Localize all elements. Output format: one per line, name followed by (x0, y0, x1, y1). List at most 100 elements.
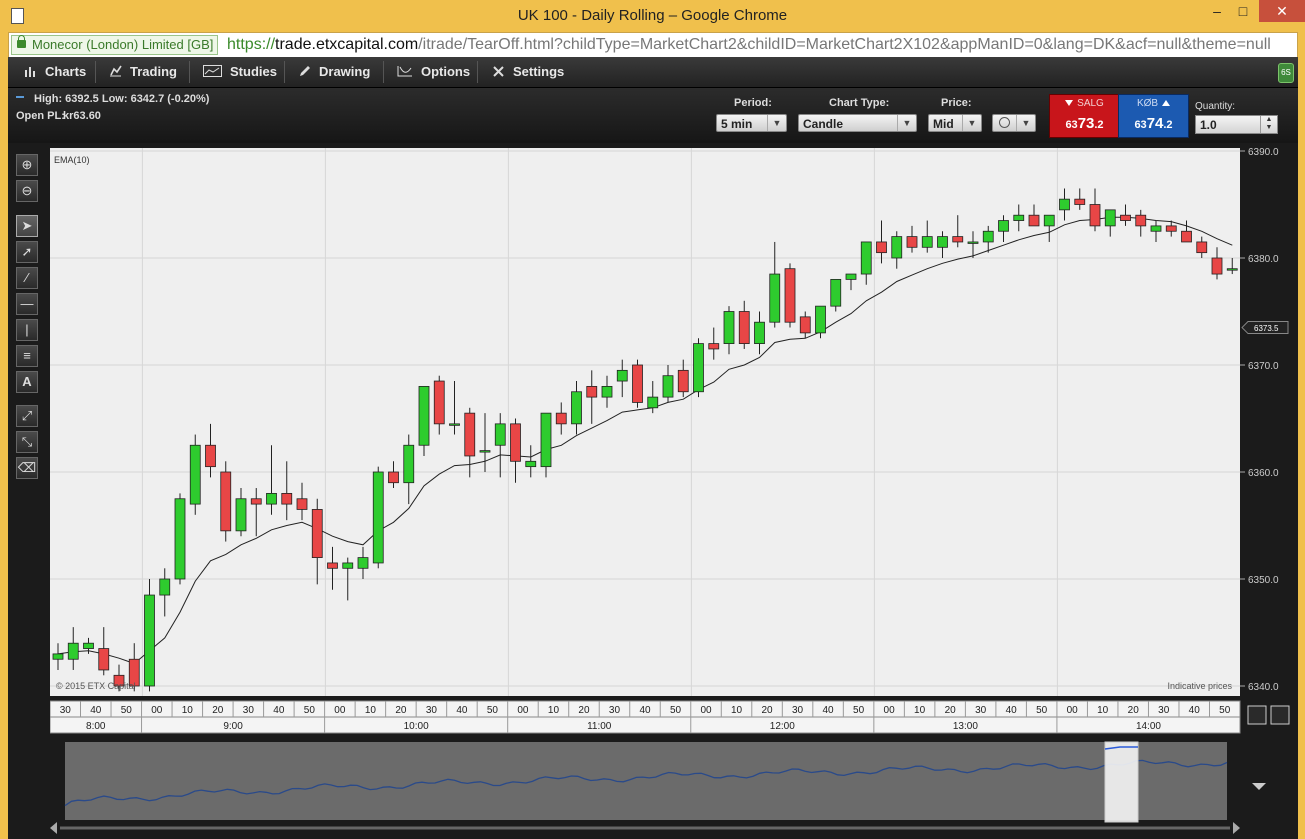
zoom-in-icon[interactable]: ⊕ (16, 154, 38, 176)
candle[interactable] (418, 385, 430, 456)
candle-body (723, 311, 735, 344)
expand-icon[interactable]: ⤢ (16, 405, 38, 427)
menu-options[interactable]: Options (397, 64, 470, 79)
stepper-icon[interactable]: ▲ ▼ (1260, 116, 1277, 133)
candle-body (891, 236, 903, 259)
buy-price-dec: .2 (1163, 119, 1173, 131)
navigator-collapse-icon[interactable] (1252, 783, 1266, 790)
scroll-left-icon[interactable] (50, 822, 57, 834)
menu-divider (383, 61, 384, 83)
close-icon[interactable]: ✕ (1259, 0, 1305, 22)
y-axis[interactable]: 6390.0 6380.0 6370.0 6360.0 6350.0 6340.0 6373… (1240, 148, 1298, 696)
candle[interactable] (693, 338, 704, 398)
magnet-icon[interactable]: ⤡ (16, 431, 38, 453)
x-minute-label: 50 (670, 705, 682, 716)
candle-body (266, 492, 277, 505)
candle[interactable] (784, 263, 796, 328)
minimize-icon[interactable]: – (1204, 0, 1230, 22)
chart-type-select[interactable]: Candle ▼ (798, 114, 917, 132)
connection-badge[interactable]: 6S (1278, 63, 1294, 83)
buy-button[interactable]: KØB 6374.2 (1118, 94, 1189, 138)
candle-body (1013, 214, 1025, 221)
plot-area[interactable] (50, 148, 1240, 696)
candle-body (510, 423, 521, 462)
url-host: trade.etxcapital.com (275, 36, 419, 53)
trend-line-icon[interactable]: ➚ (16, 241, 38, 263)
candle-body (144, 594, 155, 687)
studies-icon (203, 65, 222, 77)
x-minute-label: 00 (1067, 705, 1079, 716)
candle[interactable] (632, 359, 643, 408)
horizontal-line-icon[interactable]: — (16, 293, 38, 315)
x-minute-label: 20 (1128, 705, 1140, 716)
candle-body (1226, 268, 1238, 271)
fullscreen-icon[interactable] (1247, 705, 1267, 725)
candlestick-chart[interactable]: EMA(10) © 2015 ETX Capital Indicative pr… (50, 148, 1298, 838)
candle-body (571, 391, 582, 425)
certificate-badge[interactable]: Monecor (London) Limited [GB] (11, 35, 219, 55)
candle-body (708, 343, 720, 350)
candle-body (540, 412, 552, 468)
candle-body (754, 321, 765, 344)
candle-body (1135, 214, 1147, 227)
candle-body (494, 423, 506, 446)
menu-settings[interactable]: Settings (492, 64, 564, 79)
chevron-down-icon: ▼ (1016, 115, 1035, 131)
vertical-line-icon[interactable]: | (16, 319, 38, 341)
menu-charts[interactable]: Charts (24, 64, 86, 79)
x-hour-label: 13:00 (953, 721, 978, 732)
address-bar[interactable]: Monecor (London) Limited [GB] https://tr… (8, 32, 1298, 58)
x-minute-label: 40 (456, 705, 468, 716)
x-minute-label: 40 (639, 705, 651, 716)
candle-body (433, 380, 445, 425)
candle-body (647, 396, 659, 409)
zoom-out-icon[interactable]: ⊖ (16, 180, 38, 202)
candle[interactable] (189, 434, 201, 515)
popout-icon[interactable] (1270, 705, 1290, 725)
candle[interactable] (372, 466, 384, 569)
x-minute-label: 00 (334, 705, 346, 716)
navigator-background (65, 742, 1227, 820)
title-bar: UK 100 - Daily Rolling – Google Chrome –… (0, 0, 1305, 31)
window-title: UK 100 - Daily Rolling – Google Chrome (517, 7, 788, 24)
candle-body (189, 444, 201, 505)
x-minute-label: 30 (426, 705, 438, 716)
pointer-icon[interactable]: ➤ (16, 215, 38, 237)
navigator-window[interactable] (1104, 741, 1139, 823)
candle-body (1196, 241, 1208, 254)
sell-button[interactable]: SALG 6373.2 (1049, 94, 1120, 138)
navigator[interactable] (50, 741, 1266, 834)
menu-studies[interactable]: Studies (203, 64, 277, 79)
timer-select[interactable]: ▼ (992, 114, 1036, 132)
candle-body (632, 364, 643, 403)
x-axis[interactable]: 30 40 50 00 10 20 30 40 50 00 10 20 30 40 50 00 10 20 30 40… (50, 700, 1290, 734)
y-tick-label: 6350.0 (1248, 575, 1279, 586)
candle[interactable] (174, 493, 186, 585)
menu-trading[interactable]: Trading (109, 64, 177, 79)
expand-info-icon[interactable] (16, 96, 24, 98)
scroll-right-icon[interactable] (1233, 822, 1240, 834)
menu-label: Options (421, 64, 471, 79)
candle[interactable] (220, 461, 232, 542)
url-text[interactable]: https://trade.etxcapital.com/itrade/Tear… (227, 35, 1271, 55)
candle-body (998, 220, 1009, 232)
candle-body (586, 385, 598, 398)
x-minute-label: 10 (548, 705, 560, 716)
price-select[interactable]: Mid ▼ (928, 114, 982, 132)
period-select[interactable]: 5 min ▼ (716, 114, 787, 132)
menu-label: Studies (230, 64, 277, 79)
trash-icon[interactable]: ⌫ (16, 457, 38, 479)
maximize-icon[interactable]: □ (1230, 0, 1256, 22)
open-pl-value: kr63.60 (63, 110, 101, 122)
x-minute-label: 30 (609, 705, 621, 716)
x-minute-label: 10 (1097, 705, 1109, 716)
quantity-stepper[interactable]: 1.0 ▲ ▼ (1195, 115, 1278, 134)
line-icon[interactable]: ∕ (16, 267, 38, 289)
candle-body (662, 375, 674, 398)
menu-drawing[interactable]: Drawing (298, 64, 370, 79)
text-icon[interactable]: A (16, 371, 38, 393)
x-minute-label: 20 (212, 705, 224, 716)
candle[interactable] (144, 579, 155, 692)
x-minute-label: 10 (914, 705, 926, 716)
fibonacci-icon[interactable]: ≡ (16, 345, 38, 367)
